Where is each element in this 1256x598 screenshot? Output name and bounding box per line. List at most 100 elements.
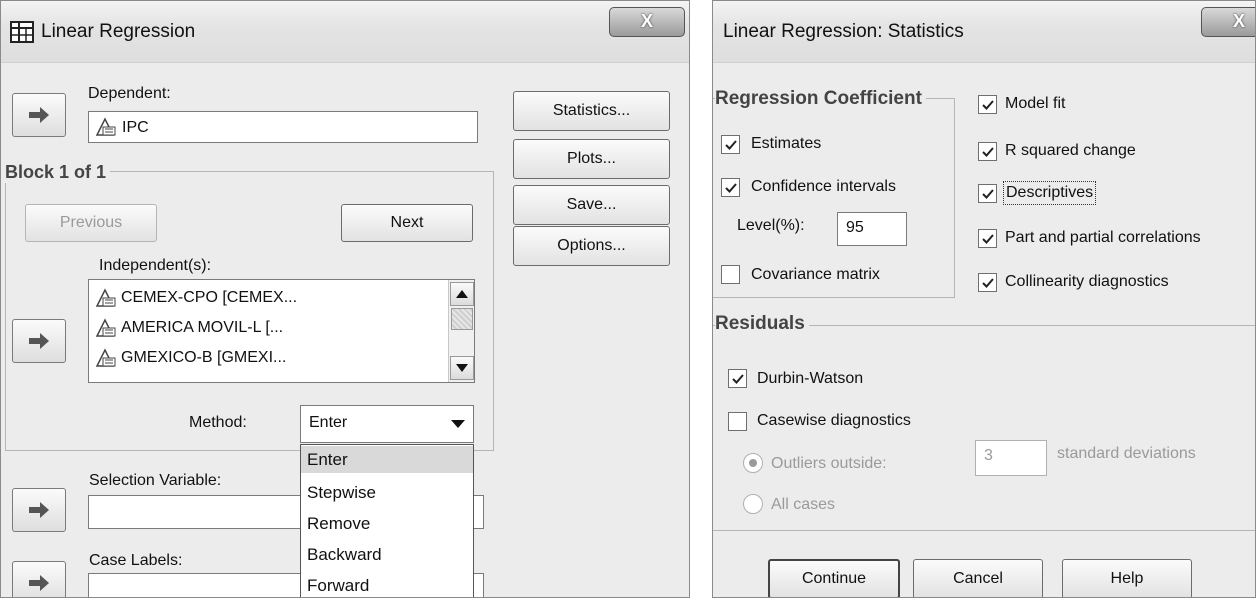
level-input[interactable]: 95: [837, 212, 907, 246]
title-bar: Linear Regression: Statistics X: [713, 1, 1255, 63]
casewise-diagnostics-label: Casewise diagnostics: [757, 412, 911, 429]
descriptives-label: Descriptives: [1003, 181, 1097, 205]
previous-button[interactable]: Previous: [25, 204, 157, 242]
statistics-button[interactable]: Statistics...: [513, 91, 670, 131]
r-squared-change-label: R squared change: [1005, 142, 1136, 159]
outliers-value-input[interactable]: 3: [975, 440, 1047, 476]
outliers-outside-label: Outliers outside:: [771, 455, 887, 472]
collinearity-diagnostics-checkbox[interactable]: [978, 273, 997, 292]
list-item[interactable]: CEMEX-CPO [CEMEX...: [95, 288, 297, 308]
part-partial-correlations-checkbox[interactable]: [978, 229, 997, 248]
scale-variable-icon: [95, 288, 116, 307]
dialog-title: Linear Regression: [41, 21, 196, 42]
checkmark-icon: [982, 234, 994, 244]
method-dropdown: Enter Stepwise Remove Backward Forward: [300, 444, 474, 597]
move-to-case-labels-button[interactable]: [12, 561, 66, 597]
confidence-intervals-label: Confidence intervals: [751, 178, 896, 195]
method-option-remove[interactable]: Remove: [301, 510, 473, 537]
cancel-button[interactable]: Cancel: [913, 559, 1043, 597]
continue-button[interactable]: Continue: [768, 559, 900, 597]
checkmark-icon: [725, 183, 737, 193]
list-item[interactable]: GMEXICO-B [GMEXI...: [95, 348, 286, 368]
method-select[interactable]: Enter: [300, 405, 474, 443]
standard-deviations-label: standard deviations: [1057, 445, 1196, 462]
close-button[interactable]: X: [609, 7, 685, 37]
scale-variable-icon: [95, 117, 117, 137]
block-label: Block 1 of 1: [5, 162, 111, 183]
triangle-up-icon: [456, 290, 468, 298]
method-value: Enter: [309, 414, 348, 431]
model-fit-checkbox[interactable]: [978, 95, 997, 114]
regression-coefficient-heading: Regression Coefficient: [715, 88, 926, 110]
chevron-down-icon: [451, 420, 465, 428]
next-button[interactable]: Next: [341, 204, 473, 242]
title-bar: Linear Regression X: [1, 1, 689, 63]
outliers-value: 3: [984, 447, 993, 464]
arrow-right-icon: [29, 333, 49, 349]
estimates-label: Estimates: [751, 135, 822, 152]
level-value: 95: [846, 219, 864, 236]
checkmark-icon: [982, 278, 994, 288]
help-button[interactable]: Help: [1062, 559, 1192, 597]
close-icon: X: [640, 11, 653, 31]
move-to-selection-button[interactable]: [12, 488, 66, 532]
arrow-right-icon: [29, 575, 49, 591]
checkmark-icon: [982, 100, 994, 110]
method-label: Method:: [189, 414, 247, 431]
move-to-dependent-button[interactable]: [12, 93, 66, 137]
arrow-right-icon: [29, 107, 49, 123]
scroll-up-button[interactable]: [450, 282, 474, 306]
confidence-intervals-checkbox[interactable]: [721, 178, 740, 197]
model-fit-label: Model fit: [1005, 95, 1066, 112]
all-cases-label: All cases: [771, 496, 836, 513]
dependent-field[interactable]: IPC: [88, 111, 478, 143]
save-button[interactable]: Save...: [513, 185, 670, 225]
statistics-dialog: Linear Regression: Statistics X Regressi…: [712, 0, 1256, 598]
independents-label: Independent(s):: [99, 257, 212, 274]
checkmark-icon: [982, 147, 994, 157]
method-option-backward[interactable]: Backward: [301, 541, 473, 568]
scale-variable-icon: [95, 348, 116, 367]
dependent-value: IPC: [122, 119, 149, 136]
move-to-independents-button[interactable]: [12, 319, 66, 363]
close-icon: X: [1232, 11, 1245, 31]
checkmark-icon: [725, 140, 737, 150]
plots-button[interactable]: Plots...: [513, 139, 670, 179]
level-label: Level(%):: [737, 217, 805, 234]
list-item[interactable]: AMERICA MOVIL-L [...: [95, 318, 283, 338]
casewise-diagnostics-checkbox[interactable]: [728, 412, 747, 431]
covariance-matrix-checkbox[interactable]: [721, 265, 740, 284]
independents-list[interactable]: CEMEX-CPO [CEMEX... AMERICA MOVIL-L [...…: [88, 279, 475, 383]
residuals-heading: Residuals: [715, 313, 809, 335]
part-partial-correlations-label: Part and partial correlations: [1005, 229, 1201, 246]
descriptives-checkbox[interactable]: [978, 184, 997, 203]
outliers-outside-radio[interactable]: [743, 453, 763, 473]
covariance-matrix-label: Covariance matrix: [751, 266, 880, 283]
scroll-down-button[interactable]: [450, 356, 474, 380]
estimates-checkbox[interactable]: [721, 135, 740, 154]
selection-variable-label: Selection Variable:: [89, 472, 222, 489]
app-icon: [10, 21, 34, 43]
triangle-down-icon: [456, 364, 468, 372]
scale-variable-icon: [95, 318, 116, 337]
r-squared-change-checkbox[interactable]: [978, 142, 997, 161]
close-button[interactable]: X: [1201, 7, 1255, 37]
checkmark-icon: [982, 189, 994, 199]
list-scrollbar[interactable]: [448, 280, 474, 382]
durbin-watson-checkbox[interactable]: [728, 369, 747, 388]
scroll-thumb[interactable]: [451, 308, 473, 330]
arrow-right-icon: [29, 502, 49, 518]
collinearity-diagnostics-label: Collinearity diagnostics: [1005, 273, 1169, 290]
dependent-label: Dependent:: [88, 85, 171, 102]
linear-regression-dialog: Linear Regression X Dependent: IPC Block…: [0, 0, 690, 598]
method-option-stepwise[interactable]: Stepwise: [301, 479, 473, 506]
all-cases-radio[interactable]: [743, 494, 763, 514]
next-label: Next: [390, 214, 424, 231]
dialog-title: Linear Regression: Statistics: [723, 21, 964, 42]
method-option-forward[interactable]: Forward: [301, 572, 473, 597]
previous-label: Previous: [59, 214, 123, 231]
method-option-enter[interactable]: Enter: [301, 446, 473, 473]
case-labels-label: Case Labels:: [89, 552, 183, 569]
options-button[interactable]: Options...: [513, 226, 670, 266]
durbin-watson-label: Durbin-Watson: [757, 370, 864, 387]
